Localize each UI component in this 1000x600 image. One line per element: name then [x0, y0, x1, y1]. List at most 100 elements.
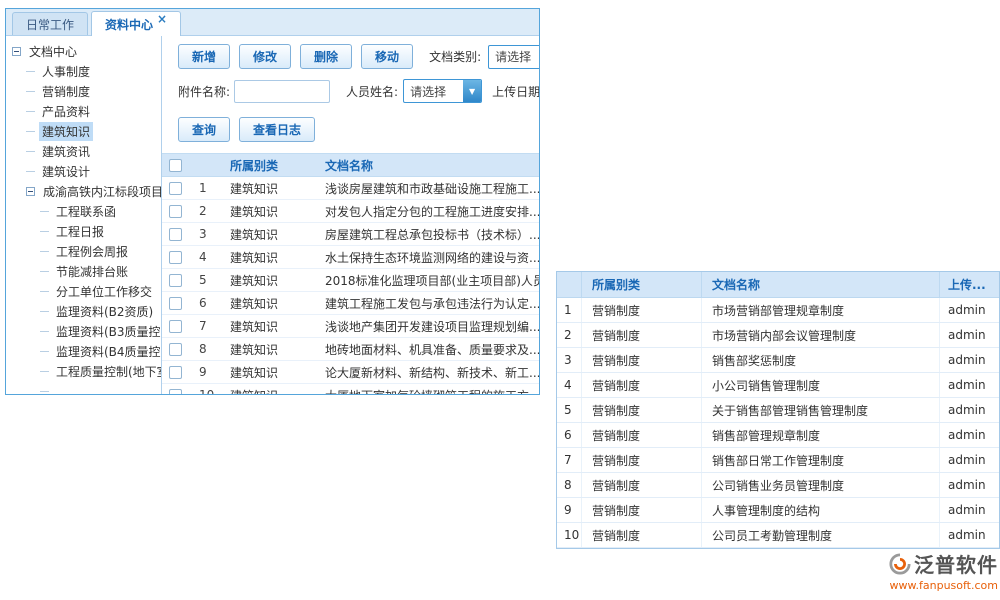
doc-table-row[interactable]: 6建筑知识建筑工程施工发包与承包违法行为认定...: [162, 292, 539, 315]
tree-item[interactable]: 产品资料: [6, 101, 161, 121]
tree-item[interactable]: 文档中心: [6, 41, 161, 61]
row-checkbox[interactable]: [169, 297, 182, 310]
tree-item[interactable]: 监理资料(B3质量控制): [6, 321, 161, 341]
tree-item[interactable]: 节能减排台账: [6, 261, 161, 281]
row-doc-name: 公司员工考勤管理制度: [701, 523, 939, 547]
tree-item-label: 建筑设计: [39, 162, 93, 181]
collapse-minus-icon[interactable]: [12, 47, 21, 56]
result-table-row[interactable]: 8营销制度公司销售业务员管理制度admin: [557, 473, 999, 498]
tree-item[interactable]: 建筑知识: [6, 121, 161, 141]
row-number: 8: [557, 473, 581, 497]
result-table-row[interactable]: 4营销制度小公司销售管理制度admin: [557, 373, 999, 398]
row-check-cell: [162, 297, 188, 310]
row-checkbox[interactable]: [169, 205, 182, 218]
collapse-minus-icon[interactable]: [26, 187, 35, 196]
result-table-row[interactable]: 5营销制度关于销售部管理销售管理制度admin: [557, 398, 999, 423]
tree-item[interactable]: 人事制度: [6, 61, 161, 81]
doc-table-row[interactable]: 3建筑知识房屋建筑工程总承包投标书（技术标）...: [162, 223, 539, 246]
doc-table-row[interactable]: 4建筑知识水土保持生态环境监测网络的建设与资...: [162, 246, 539, 269]
document-tree: 文档中心人事制度营销制度产品资料建筑知识建筑资讯建筑设计成渝高铁内江标段项目工程…: [6, 36, 162, 394]
doc-table-row[interactable]: 9建筑知识论大厦新材料、新结构、新技术、新工...: [162, 361, 539, 384]
tree-item-label: 监理资料(B2资质): [53, 302, 156, 321]
tree-item[interactable]: 工程质量控制(地下室): [6, 361, 161, 381]
tree-branch-line: [40, 271, 49, 272]
move-button[interactable]: 移动: [361, 44, 413, 69]
header-checkbox-cell: [162, 159, 188, 172]
view-log-button[interactable]: 查看日志: [239, 117, 315, 142]
row-category: 建筑知识: [220, 203, 315, 220]
tree-item-label: 节能减排台账: [53, 262, 131, 281]
toolbar-row-2: 附件名称: 人员姓名: 请选择 ▼ 上传日期: [178, 79, 539, 103]
row-uploader: admin: [939, 323, 999, 347]
add-button[interactable]: 新增: [178, 44, 230, 69]
doc-table-row[interactable]: 7建筑知识浅谈地产集团开发建设项目监理规划编...: [162, 315, 539, 338]
doc-table-row[interactable]: 10建筑知识大厦地下室加气砼墙砌筑工程的施工方...: [162, 384, 539, 394]
row-uploader: admin: [939, 448, 999, 472]
tree-branch-line: [26, 91, 35, 92]
tree-item[interactable]: 监理资料(B2资质): [6, 301, 161, 321]
select-all-checkbox[interactable]: [169, 159, 182, 172]
row-uploader: admin: [939, 473, 999, 497]
row-category: 建筑知识: [220, 249, 315, 266]
row-doc-name: 浅谈地产集团开发建设项目监理规划编...: [315, 318, 539, 335]
row-checkbox[interactable]: [169, 274, 182, 287]
tree-item[interactable]: 营销制度: [6, 81, 161, 101]
fanpu-logo-row: 泛普软件: [866, 549, 998, 578]
tree-item-label: 建筑资讯: [39, 142, 93, 161]
tab-label: 资料中心: [105, 16, 153, 33]
result-table-row[interactable]: 7营销制度销售部日常工作管理制度admin: [557, 448, 999, 473]
row-number: 9: [557, 498, 581, 522]
tree-item-label: 工程例会周报: [53, 242, 131, 261]
doc-table-row[interactable]: 5建筑知识2018标准化监理项目部(业主项目部)人员...: [162, 269, 539, 292]
row-checkbox[interactable]: [169, 182, 182, 195]
result-table-row[interactable]: 1营销制度市场营销部管理规章制度admin: [557, 298, 999, 323]
row-checkbox[interactable]: [169, 320, 182, 333]
row-checkbox[interactable]: [169, 228, 182, 241]
delete-button[interactable]: 删除: [300, 44, 352, 69]
row-category: 营销制度: [581, 423, 701, 447]
tree-item-label: 工程日报: [53, 222, 107, 241]
tab-1[interactable]: 资料中心 ×: [91, 11, 181, 36]
row-uploader: admin: [939, 398, 999, 422]
result-table-row[interactable]: 2营销制度市场营销内部会议管理制度admin: [557, 323, 999, 348]
tree-item[interactable]: 工程日报: [6, 221, 161, 241]
tree-item[interactable]: 工程例会周报: [6, 241, 161, 261]
chevron-down-icon[interactable]: ▼: [463, 80, 481, 102]
tree-item[interactable]: 建筑资讯: [6, 141, 161, 161]
edit-button[interactable]: 修改: [239, 44, 291, 69]
row-checkbox[interactable]: [169, 251, 182, 264]
tree-item-label: 建筑知识: [39, 122, 93, 141]
content-area: 新增修改删除移动 文档类别: 请选择 ▼ 文档 附件名称: 人员姓名: 请选择 …: [162, 36, 539, 394]
tab-0[interactable]: 日常工作: [12, 12, 88, 35]
fanpu-logo-url: www.fanpusoft.com: [866, 579, 998, 592]
tab-label: 日常工作: [26, 16, 74, 33]
result-table-row[interactable]: 6营销制度销售部管理规章制度admin: [557, 423, 999, 448]
query-button[interactable]: 查询: [178, 117, 230, 142]
tree-item[interactable]: 监理资料(B4质量控制): [6, 341, 161, 361]
row-doc-name: 论大厦新材料、新结构、新技术、新工...: [315, 364, 539, 381]
doc-table-row[interactable]: 8建筑知识地砖地面材料、机具准备、质量要求及...: [162, 338, 539, 361]
tree-branch-line: [40, 351, 49, 352]
doc-table-row[interactable]: 2建筑知识对发包人指定分包的工程施工进度安排...: [162, 200, 539, 223]
row-check-cell: [162, 343, 188, 356]
doc-table-row[interactable]: 1建筑知识浅谈房屋建筑和市政基础设施工程施工...: [162, 177, 539, 200]
tree-item[interactable]: 成渝高铁内江标段项目: [6, 181, 161, 201]
doc-type-select[interactable]: 请选择 ▼: [488, 45, 539, 69]
attachment-name-input[interactable]: [234, 80, 330, 103]
row-category: 营销制度: [581, 523, 701, 547]
row-checkbox[interactable]: [169, 343, 182, 356]
result-table-row[interactable]: 3营销制度销售部奖惩制度admin: [557, 348, 999, 373]
row-number: 4: [557, 373, 581, 397]
tree-item[interactable]: 建筑设计: [6, 161, 161, 181]
tree-item[interactable]: 分工单位工作移交: [6, 281, 161, 301]
tree-item[interactable]: [6, 381, 161, 394]
result-table-row[interactable]: 9营销制度人事管理制度的结构admin: [557, 498, 999, 523]
tab-close-icon[interactable]: ×: [157, 13, 167, 25]
person-name-label: 人员姓名:: [346, 83, 398, 100]
row-checkbox[interactable]: [169, 366, 182, 379]
result-table-row[interactable]: 10营销制度公司员工考勤管理制度admin: [557, 523, 999, 548]
row-checkbox[interactable]: [169, 389, 182, 395]
tree-item[interactable]: 工程联系函: [6, 201, 161, 221]
person-name-select[interactable]: 请选择 ▼: [403, 79, 482, 103]
tree-branch-line: [40, 231, 49, 232]
